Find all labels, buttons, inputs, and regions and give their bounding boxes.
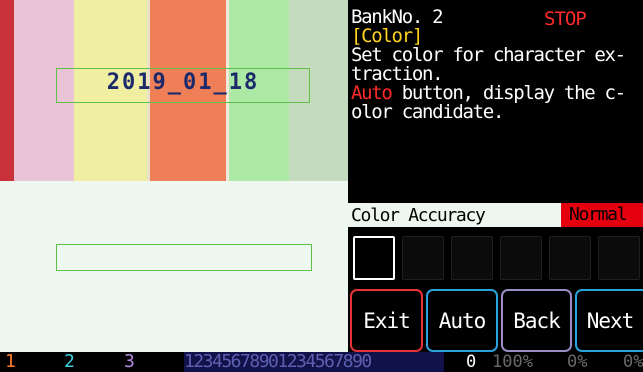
status-bar: 1 2 3 12345678901234567890 0 100% 0% 0% <box>0 352 643 372</box>
color-swatch[interactable] <box>353 236 395 280</box>
color-swatch[interactable] <box>402 236 444 280</box>
color-swatch[interactable] <box>549 236 591 280</box>
result-region-box <box>56 244 312 271</box>
info-text-area: BankNo. 2 [Color] Set color for characte… <box>351 8 643 122</box>
next-button[interactable]: Next <box>575 289 643 352</box>
bank-2-indicator[interactable]: 2 <box>64 352 75 372</box>
percent-value-3: 0% <box>623 352 643 372</box>
character-digits-strip: 12345678901234567890 <box>184 352 444 372</box>
camera-color-band <box>0 0 14 181</box>
detected-date-text: 2019_01_18 <box>106 70 260 95</box>
back-button[interactable]: Back <box>501 289 572 352</box>
bank-1-indicator[interactable]: 1 <box>5 352 16 372</box>
camera-view-panel: 2019_01_18 <box>0 0 348 352</box>
color-accuracy-value[interactable]: Normal <box>561 203 643 227</box>
percent-value-2: 0% <box>567 352 588 372</box>
description-line-4: olor candidate. <box>351 101 504 123</box>
color-swatch[interactable] <box>598 236 640 280</box>
exit-button[interactable]: Exit <box>350 289 423 352</box>
percent-value-1: 100% <box>492 352 533 372</box>
color-accuracy-label: Color Accuracy <box>351 205 486 226</box>
auto-button[interactable]: Auto <box>426 289 498 352</box>
settings-panel: BankNo. 2 [Color] Set color for characte… <box>348 0 643 352</box>
color-swatch[interactable] <box>451 236 493 280</box>
color-swatch[interactable] <box>500 236 542 280</box>
run-state-indicator: STOP <box>544 8 587 30</box>
color-accuracy-row[interactable]: Color Accuracy Normal <box>348 203 643 227</box>
bank-3-indicator[interactable]: 3 <box>124 352 135 372</box>
count-value: 0 <box>466 352 477 372</box>
